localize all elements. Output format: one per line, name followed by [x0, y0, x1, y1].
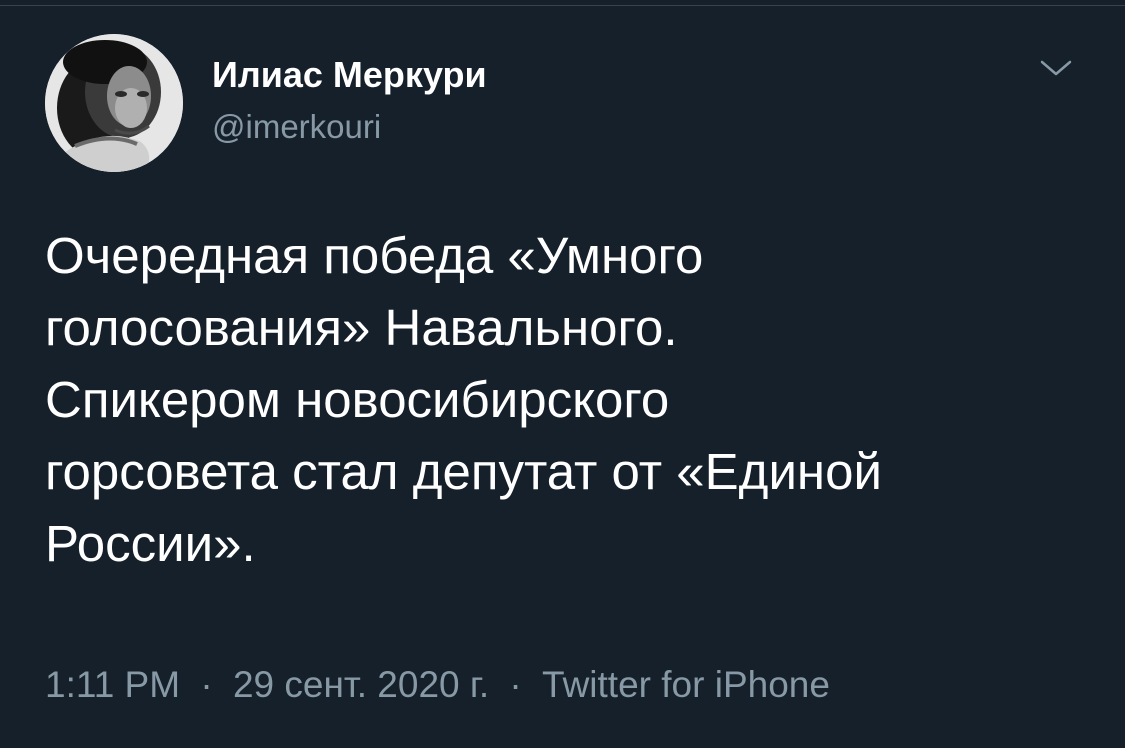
author-display-name[interactable]: Илиас Меркури [212, 54, 487, 96]
meta-separator: · [200, 664, 213, 705]
tweet-text: Очередная победа «Умного голосования» На… [45, 220, 1085, 580]
tweet-time[interactable]: 1:11 PM [45, 664, 180, 705]
author-handle[interactable]: @imerkouri [212, 108, 381, 146]
tweet-text-line: Очередная победа «Умного [45, 227, 704, 284]
tweet-text-line: горсовета стал депутат от «Единой [45, 443, 882, 500]
avatar-photo [45, 34, 183, 172]
tweet-source-link[interactable]: Twitter for iPhone [542, 664, 830, 705]
top-divider [0, 5, 1125, 6]
chevron-down-icon[interactable] [1036, 54, 1076, 82]
tweet-text-line: Спикером новосибирского [45, 371, 670, 428]
tweet-meta: 1:11 PM · 29 сент. 2020 г. · Twitter for… [45, 664, 830, 706]
tweet-card: Илиас Меркури @imerkouri Очередная побед… [0, 0, 1125, 748]
tweet-text-line: России». [45, 515, 256, 572]
avatar[interactable] [45, 34, 183, 172]
tweet-date[interactable]: 29 сент. 2020 г. [233, 664, 489, 705]
meta-separator: · [509, 664, 522, 705]
tweet-text-line: голосования» Навального. [45, 299, 678, 356]
